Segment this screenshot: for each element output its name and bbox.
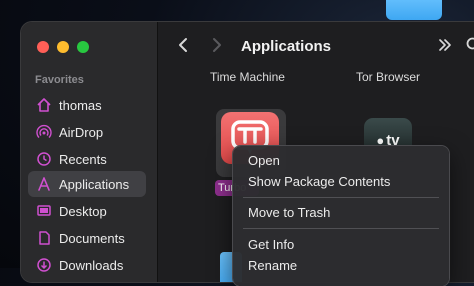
menu-item-get-info[interactable]: Get Info <box>239 235 443 255</box>
minimize-button[interactable] <box>57 41 69 53</box>
menu-item-open[interactable]: Open <box>239 151 443 171</box>
sidebar-item-label: Recents <box>59 152 107 167</box>
more-toolbar-button[interactable] <box>435 36 455 58</box>
download-icon <box>34 256 54 274</box>
desktop-folder-icon[interactable] <box>386 0 442 20</box>
context-menu: Open Show Package Contents Move to Trash… <box>233 146 449 286</box>
applications-icon <box>34 175 54 193</box>
menu-separator <box>243 197 439 198</box>
toolbar: Applications <box>158 22 474 72</box>
desktop-icon <box>34 202 54 220</box>
sidebar-item-applications[interactable]: Applications <box>28 171 146 197</box>
sidebar-item-label: Documents <box>59 231 125 246</box>
menu-item-show-package-contents[interactable]: Show Package Contents <box>239 172 443 192</box>
sidebar-item-desktop[interactable]: Desktop <box>28 198 146 224</box>
back-button[interactable] <box>173 36 193 58</box>
sidebar-item-recents[interactable]: Recents <box>28 146 146 172</box>
sidebar-item-airdrop[interactable]: AirDrop <box>28 119 146 145</box>
chevron-right-icon <box>211 37 223 58</box>
search-icon <box>465 36 474 59</box>
sidebar-item-label: thomas <box>59 98 102 113</box>
double-chevron-right-icon <box>437 37 453 58</box>
menu-separator <box>243 228 439 229</box>
menu-item-move-to-trash[interactable]: Move to Trash <box>239 203 443 223</box>
sidebar-item-label: Downloads <box>59 258 123 273</box>
search-button[interactable] <box>464 36 474 58</box>
window-title: Applications <box>241 38 331 55</box>
menu-item-rename[interactable]: Rename <box>239 256 443 276</box>
chevron-left-icon <box>177 37 189 58</box>
sidebar: Favorites thomas AirDrop Recents Applica… <box>21 22 158 282</box>
clock-icon <box>34 150 54 168</box>
sidebar-heading: Favorites <box>35 74 84 86</box>
app-name-time-machine[interactable]: Time Machine <box>210 70 285 84</box>
close-button[interactable] <box>37 41 49 53</box>
sidebar-item-label: Applications <box>59 177 129 192</box>
home-icon <box>34 96 54 114</box>
airdrop-icon <box>34 123 54 141</box>
sidebar-item-label: AirDrop <box>59 125 103 140</box>
sidebar-item-downloads[interactable]: Downloads <box>28 252 146 278</box>
document-icon <box>34 229 54 247</box>
zoom-button[interactable] <box>77 41 89 53</box>
sidebar-item-thomas[interactable]: thomas <box>28 92 146 118</box>
sidebar-item-documents[interactable]: Documents <box>28 225 146 251</box>
app-name-tor-browser[interactable]: Tor Browser <box>356 70 420 84</box>
sidebar-item-label: Desktop <box>59 204 107 219</box>
forward-button[interactable] <box>207 36 227 58</box>
